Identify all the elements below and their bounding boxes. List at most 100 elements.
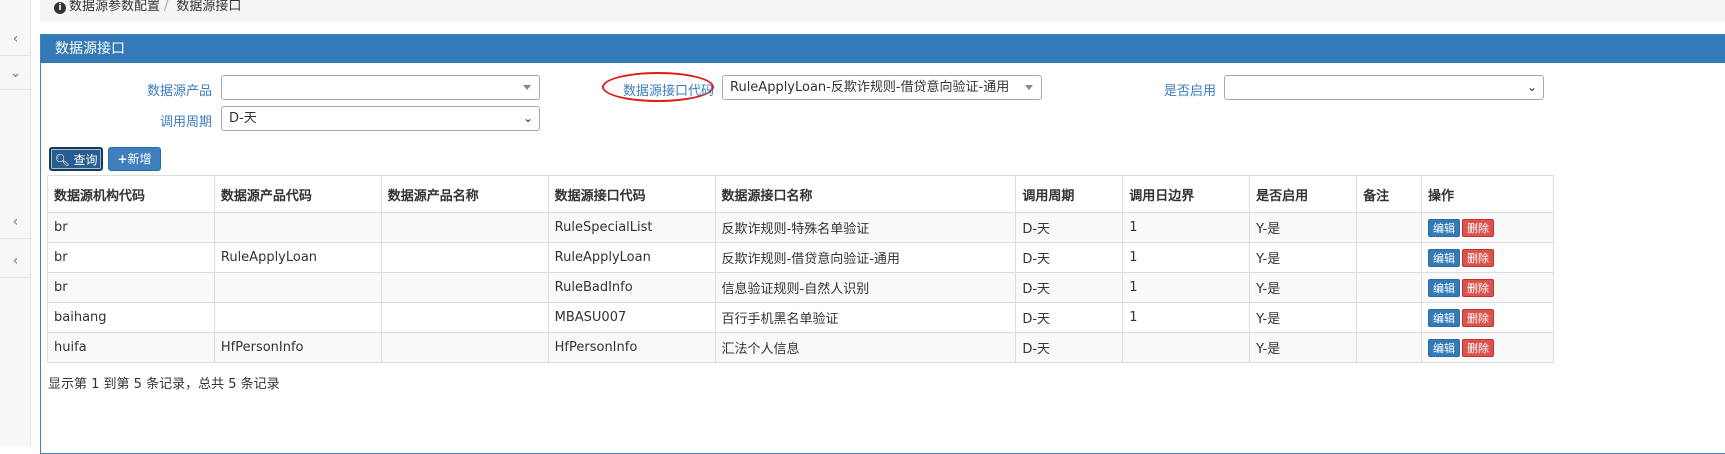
table-header-row: 数据源机构代码 数据源产品代码 数据源产品名称 数据源接口代码 数据源接口名称 … xyxy=(47,175,1554,213)
table-cell xyxy=(1356,212,1423,243)
enabled-label: 是否启用 xyxy=(1163,84,1216,99)
column-header[interactable]: 数据源接口名称 xyxy=(714,175,1017,213)
product-select[interactable] xyxy=(221,75,540,100)
table-cell: br xyxy=(47,212,215,243)
delete-button[interactable]: 删除 xyxy=(1462,338,1495,357)
table-cell: Y-是 xyxy=(1249,332,1358,363)
table-cell: 1 xyxy=(1122,302,1251,333)
table-cell xyxy=(380,212,549,243)
table-cell xyxy=(1356,242,1423,273)
table-cell: MBASU007 xyxy=(547,302,716,333)
table-cell xyxy=(1356,302,1423,333)
table-cell xyxy=(380,332,549,363)
edit-button[interactable]: 编辑 xyxy=(1428,278,1461,297)
table-cell xyxy=(213,272,382,303)
actions-cell: 编辑 删除 xyxy=(1421,332,1554,363)
table-cell: 信息验证规则-自然人识别 xyxy=(714,272,1017,303)
actions-cell: 编辑 删除 xyxy=(1421,242,1554,273)
cycle-label: 调用周期 xyxy=(159,115,212,130)
table-cell xyxy=(213,212,382,243)
caret-down-icon xyxy=(1025,85,1033,90)
table-cell: RuleApplyLoan xyxy=(547,242,716,273)
cycle-select[interactable]: D-天 ⌄ xyxy=(221,106,540,131)
column-header[interactable]: 调用日边界 xyxy=(1122,175,1251,213)
table-row[interactable]: br RuleBadInfo 信息验证规则-自然人识别 D-天 1 Y-是 编辑… xyxy=(47,272,1554,303)
table-row[interactable]: baihang MBASU007 百行手机黑名单验证 D-天 1 Y-是 编辑删… xyxy=(47,302,1554,333)
breadcrumb: i 数据源参数配置 / 数据源接口 xyxy=(40,0,1725,22)
table-cell: 百行手机黑名单验证 xyxy=(714,302,1017,333)
delete-button[interactable]: 删除 xyxy=(1462,248,1495,267)
table-cell: Y-是 xyxy=(1249,242,1358,273)
table-cell xyxy=(1122,332,1251,363)
chevron-down-icon[interactable]: ⌄ xyxy=(0,56,31,90)
table-cell: HfPersonInfo xyxy=(213,332,382,363)
interface-code-select[interactable]: RuleApplyLoan-反欺诈规则-借贷意向验证-通用 xyxy=(722,75,1042,100)
table-cell: Y-是 xyxy=(1249,212,1358,243)
query-button[interactable]: 🔍︎ 查询 xyxy=(49,147,103,171)
edit-button[interactable]: 编辑 xyxy=(1428,248,1461,267)
product-label: 数据源产品 xyxy=(146,84,212,99)
pagination-summary: 显示第 1 到第 5 条记录，总共 5 条记录 xyxy=(48,377,280,392)
side-rail: ‹ ⌄ ‹ ‹ xyxy=(0,0,31,446)
chevron-left-icon[interactable]: ‹ xyxy=(0,205,31,239)
actions-cell: 编辑 删除 xyxy=(1421,272,1554,303)
chevron-down-icon: ⌄ xyxy=(1526,80,1537,94)
query-button-label: 查询 xyxy=(73,153,98,167)
table-cell: 反欺诈规则-特殊名单验证 xyxy=(714,212,1017,243)
interface-code-select-value: RuleApplyLoan-反欺诈规则-借贷意向验证-通用 xyxy=(730,80,1010,95)
chevron-down-icon: ⌄ xyxy=(522,111,533,125)
table-cell xyxy=(213,302,382,333)
column-header[interactable]: 数据源机构代码 xyxy=(47,175,215,213)
delete-button[interactable]: 删除 xyxy=(1462,308,1495,327)
table-cell: D-天 xyxy=(1015,302,1124,333)
table-cell: huifa xyxy=(47,332,215,363)
breadcrumb-item[interactable]: 数据源参数配置 xyxy=(69,0,160,14)
table-cell: 1 xyxy=(1122,212,1251,243)
edit-button[interactable]: 编辑 xyxy=(1428,338,1461,357)
table-cell: RuleBadInfo xyxy=(547,272,716,303)
table-cell xyxy=(380,302,549,333)
datasource-interface-table: 数据源机构代码 数据源产品代码 数据源产品名称 数据源接口代码 数据源接口名称 … xyxy=(47,175,1554,363)
column-header: 操作 xyxy=(1421,175,1554,213)
table-cell: br xyxy=(47,242,215,273)
table-row[interactable]: br RuleApplyLoan RuleApplyLoan 反欺诈规则-借贷意… xyxy=(47,242,1554,273)
plus-icon: + xyxy=(117,152,128,166)
table-cell: D-天 xyxy=(1015,332,1124,363)
column-header[interactable]: 备注 xyxy=(1356,175,1423,213)
table-row[interactable]: br RuleSpecialList 反欺诈规则-特殊名单验证 D-天 1 Y-… xyxy=(47,212,1554,243)
table-cell: 1 xyxy=(1122,242,1251,273)
table-cell: D-天 xyxy=(1015,212,1124,243)
table-cell: br xyxy=(47,272,215,303)
table-cell xyxy=(1356,272,1423,303)
table-cell xyxy=(380,242,549,273)
table-cell: D-天 xyxy=(1015,272,1124,303)
chevron-left-icon[interactable]: ‹ xyxy=(0,22,31,56)
column-header[interactable]: 数据源产品名称 xyxy=(380,175,549,213)
table-cell: Y-是 xyxy=(1249,302,1358,333)
actions-cell: 编辑 删除 xyxy=(1421,302,1554,333)
enabled-select[interactable]: ⌄ xyxy=(1224,75,1544,100)
chevron-left-icon[interactable]: ‹ xyxy=(0,244,31,278)
interface-code-label: 数据源接口代码 xyxy=(622,84,714,99)
edit-button[interactable]: 编辑 xyxy=(1428,308,1461,327)
column-header[interactable]: 数据源接口代码 xyxy=(547,175,716,213)
column-header[interactable]: 调用周期 xyxy=(1015,175,1124,213)
panel-title: 数据源接口 xyxy=(41,35,1725,63)
column-header[interactable]: 数据源产品代码 xyxy=(213,175,382,213)
breadcrumb-item: 数据源接口 xyxy=(176,0,242,14)
table-cell: baihang xyxy=(47,302,215,333)
table-cell xyxy=(1356,332,1423,363)
column-header[interactable]: 是否启用 xyxy=(1249,175,1358,213)
caret-down-icon xyxy=(523,85,531,90)
delete-button[interactable]: 删除 xyxy=(1462,278,1495,297)
table-cell: D-天 xyxy=(1015,242,1124,273)
actions-cell: 编辑 删除 xyxy=(1421,212,1554,243)
table-cell: Y-是 xyxy=(1249,272,1358,303)
add-button-label: 新增 xyxy=(127,152,152,166)
table-cell: 1 xyxy=(1122,272,1251,303)
table-row[interactable]: huifa HfPersonInfo HfPersonInfo 汇法个人信息 D… xyxy=(47,332,1554,363)
add-button[interactable]: +新增 xyxy=(108,147,161,171)
delete-button[interactable]: 删除 xyxy=(1462,218,1495,237)
edit-button[interactable]: 编辑 xyxy=(1428,218,1461,237)
table-cell: 汇法个人信息 xyxy=(714,332,1017,363)
